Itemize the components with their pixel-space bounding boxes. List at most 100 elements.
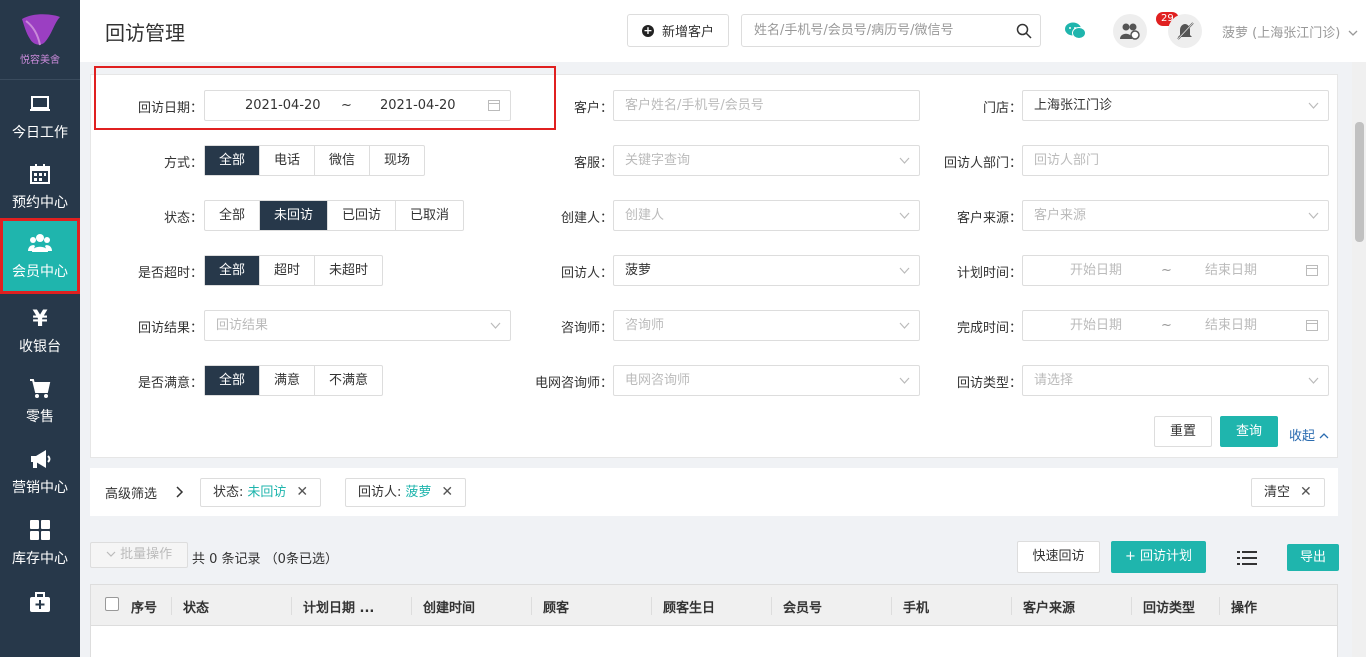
sidebar-item-marketing[interactable]: 营销中心 <box>0 437 80 507</box>
visitor-select[interactable]: 菠萝 <box>613 255 920 286</box>
sidebar-item-retail[interactable]: 零售 <box>0 366 80 436</box>
status-label: 状态： <box>163 211 203 226</box>
logo-icon <box>22 14 60 46</box>
service-label: 客服： <box>573 156 613 171</box>
record-count: 共 0 条记录 （0条已选） <box>192 552 338 567</box>
column-header-source: 客户来源 <box>1023 601 1076 616</box>
store-select[interactable]: 上海张江门诊 <box>1022 90 1329 121</box>
consultant-placeholder: 咨询师 <box>625 318 665 333</box>
method-option-wechat[interactable]: 微信 <box>315 146 371 175</box>
filter-tag-value: 菠萝 <box>405 485 432 500</box>
sidebar-item-label: 会员中心 <box>12 264 68 280</box>
mute-button[interactable] <box>1168 14 1202 48</box>
status-option-cancelled[interactable]: 已取消 <box>396 201 463 230</box>
chevron-down-icon <box>1348 30 1358 36</box>
column-divider <box>891 597 892 615</box>
column-divider <box>411 597 412 615</box>
chevron-down-icon <box>106 551 116 557</box>
filter-tag-value: 未回访 <box>247 485 287 500</box>
method-option-onsite[interactable]: 现场 <box>370 146 424 175</box>
search-box <box>741 14 1041 47</box>
add-plan-button[interactable]: + 回访计划 <box>1111 541 1206 573</box>
satisfied-label: 是否满意： <box>137 376 203 391</box>
megaphone-icon <box>31 450 51 468</box>
search-input[interactable] <box>742 15 1002 46</box>
plan-time-range[interactable]: 开始日期 ~ 结束日期 <box>1022 255 1329 286</box>
sidebar-item-cashier[interactable]: ¥ 收银台 <box>0 296 80 366</box>
advanced-filter-toggle[interactable]: 高级筛选 <box>105 483 185 502</box>
store-value: 上海张江门诊 <box>1034 98 1113 113</box>
overtime-option-overdue[interactable]: 超时 <box>260 256 316 285</box>
sidebar-item-label: 零售 <box>26 409 54 425</box>
grid-icon <box>30 520 50 540</box>
status-option-all[interactable]: 全部 <box>205 201 261 230</box>
scrollbar[interactable] <box>1352 62 1366 657</box>
service-select[interactable]: 关键字查询 <box>613 145 920 176</box>
filter-tag-key: 状态: <box>213 485 244 500</box>
calendar-icon <box>1306 265 1318 276</box>
result-placeholder: 回访结果 <box>216 318 269 333</box>
column-divider <box>1011 597 1012 615</box>
close-icon[interactable]: ✕ <box>441 479 453 506</box>
method-option-all[interactable]: 全部 <box>205 146 261 175</box>
wechat-icon <box>1065 22 1086 39</box>
column-header-status: 状态 <box>183 601 210 616</box>
sidebar-item-today-work[interactable]: 今日工作 <box>0 82 80 152</box>
wechat-button[interactable] <box>1058 14 1092 48</box>
satisfied-option-no[interactable]: 不满意 <box>315 366 382 395</box>
method-segment: 全部 电话 微信 现场 <box>204 145 426 176</box>
close-icon[interactable]: ✕ <box>296 479 308 506</box>
dept-input[interactable]: 回访人部门 <box>1022 145 1329 176</box>
column-header-plan-date[interactable]: 计划日期 ... <box>303 597 374 616</box>
chevron-right-icon <box>176 486 184 498</box>
creator-select[interactable]: 创建人 <box>613 200 920 231</box>
consultant-select[interactable]: 咨询师 <box>613 310 920 341</box>
net-consultant-select[interactable]: 电网咨询师 <box>613 365 920 396</box>
list-columns-icon[interactable] <box>1237 550 1257 566</box>
chevron-down-icon <box>1308 212 1319 219</box>
query-button[interactable]: 查询 <box>1220 416 1278 447</box>
status-option-visited[interactable]: 已回访 <box>328 201 397 230</box>
visit-type-label: 回访类型： <box>956 376 1022 391</box>
source-select[interactable]: 客户来源 <box>1022 200 1329 231</box>
new-customer-button[interactable]: + 新增客户 <box>627 14 729 47</box>
chevron-down-icon <box>1308 377 1319 384</box>
sidebar-item-inventory[interactable]: 库存中心 <box>0 508 80 578</box>
overtime-segment: 全部 超时 未超时 <box>204 255 384 286</box>
column-header-birthday: 顾客生日 <box>663 601 716 616</box>
batch-action-button[interactable]: 批量操作 <box>90 542 188 568</box>
clear-filters-button[interactable]: 清空 ✕ <box>1251 478 1325 507</box>
status-segment: 全部 未回访 已回访 已取消 <box>204 200 465 231</box>
chevron-down-icon <box>899 157 910 164</box>
customer-input[interactable]: 客户姓名/手机号/会员号 <box>613 90 920 121</box>
reset-button[interactable]: 重置 <box>1154 416 1212 447</box>
select-all-checkbox[interactable] <box>105 597 119 611</box>
sidebar-item-member-center[interactable]: 会员中心 <box>0 218 80 294</box>
satisfied-option-yes[interactable]: 满意 <box>260 366 316 395</box>
collapse-toggle[interactable]: 收起 <box>1289 425 1329 444</box>
filter-panel: 回访日期： 2021-04-20 ~ 2021-04-20 客户： 客户姓名/手… <box>90 74 1338 458</box>
method-option-phone[interactable]: 电话 <box>260 146 316 175</box>
sidebar-item-appointment[interactable]: 预约中心 <box>0 152 80 222</box>
sidebar-item-medical[interactable] <box>0 578 80 634</box>
search-icon[interactable] <box>1016 23 1032 39</box>
scrollbar-thumb[interactable] <box>1355 122 1364 242</box>
dept-label: 回访人部门： <box>943 156 1022 171</box>
filter-tag-visitor: 回访人: 菠萝 ✕ <box>345 478 467 507</box>
visit-type-select[interactable]: 请选择 <box>1022 365 1329 396</box>
staff-button[interactable] <box>1113 14 1147 48</box>
overtime-option-not-overdue[interactable]: 未超时 <box>315 256 382 285</box>
finish-time-range[interactable]: 开始日期 ~ 结束日期 <box>1022 310 1329 341</box>
creator-placeholder: 创建人 <box>625 208 665 223</box>
overtime-option-all[interactable]: 全部 <box>205 256 261 285</box>
finish-time-label: 完成时间： <box>956 321 1022 336</box>
export-button[interactable]: 导出 <box>1287 544 1339 571</box>
cart-icon <box>30 379 51 398</box>
result-select[interactable]: 回访结果 <box>204 310 511 341</box>
user-menu[interactable]: 菠萝 (上海张江门诊) <box>1222 22 1358 41</box>
satisfied-option-all[interactable]: 全部 <box>205 366 261 395</box>
status-option-pending[interactable]: 未回访 <box>260 201 329 230</box>
net-consultant-label: 电网咨询师： <box>534 376 613 391</box>
table-body <box>90 626 1338 657</box>
quick-visit-button[interactable]: 快速回访 <box>1017 541 1100 573</box>
